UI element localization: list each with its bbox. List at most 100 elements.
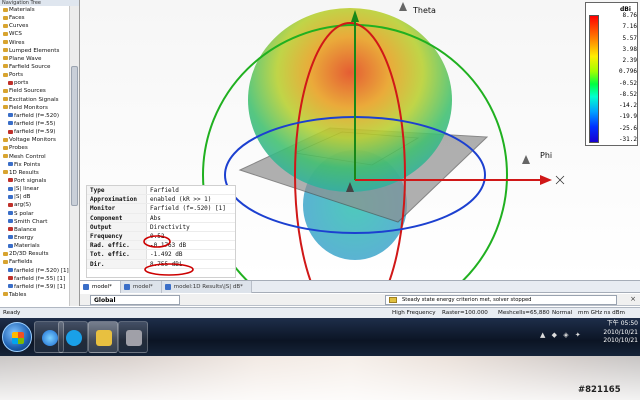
navigation-tree-list: Materials Faces Curves WCS Wires Lumped Eleme… [0, 6, 69, 299]
folder-icon [3, 259, 8, 264]
tree-item[interactable]: Excitation Signals [0, 96, 69, 104]
info-key: Tot. effic. [87, 250, 147, 259]
tree-item[interactable]: WCS [0, 30, 69, 38]
taskbar-app-cst[interactable] [88, 321, 118, 353]
status-raster: Raster=100.000 [442, 310, 488, 316]
legend-value: 5.57 [622, 34, 637, 42]
tree-item[interactable]: Ports [0, 71, 69, 79]
tree-item[interactable]: Probes [0, 144, 69, 152]
folder-icon [3, 97, 8, 102]
tree-item[interactable]: Energy [0, 234, 69, 242]
folder-icon [8, 211, 13, 216]
folder-icon [3, 105, 8, 110]
info-value: -0.1763 dB [150, 242, 187, 250]
tree-item[interactable]: S polar [0, 210, 69, 218]
tree-item[interactable]: Port signals [0, 177, 69, 185]
tab-model-2[interactable]: model* [120, 281, 162, 293]
folder-icon [8, 235, 13, 240]
info-key: Component [87, 213, 147, 222]
folder-icon [3, 64, 8, 69]
folder-icon [3, 137, 8, 142]
navigation-tree-scrollbar[interactable] [69, 6, 79, 306]
tree-item[interactable]: Plane Wave [0, 55, 69, 63]
photo-strip [0, 356, 640, 400]
global-parameter-tab[interactable]: Global [90, 295, 180, 305]
tree-item[interactable]: farfield (f=.55) [1] [0, 275, 69, 283]
folder-icon [8, 276, 13, 281]
tree-item[interactable]: farfield (f=.520) [1] [0, 267, 69, 275]
folder-icon [8, 186, 13, 191]
tree-item[interactable]: farfield (f=.55) [0, 120, 69, 128]
tree-item[interactable]: Field Sources [0, 87, 69, 95]
tree-item[interactable]: Lumped Elements [0, 47, 69, 55]
folder-icon [3, 15, 8, 20]
windows-logo-icon [12, 332, 24, 344]
tree-item[interactable]: |S| dB [0, 193, 69, 201]
taskbar-clock[interactable]: 下午 05:50 2010/10/21 2010/10/21 [584, 320, 638, 346]
tree-item[interactable]: farfield (f=.59) [0, 128, 69, 136]
legend-value: -31.2 [618, 136, 637, 143]
tree-item[interactable]: Fix Points [0, 161, 69, 169]
folder-icon [8, 162, 13, 167]
tab-1d-results[interactable]: model:1D Results\|S| dB* [161, 281, 252, 293]
info-key: Dir. [87, 259, 147, 268]
tree-item[interactable]: Farfield Source [0, 63, 69, 71]
tree-item[interactable]: Curves [0, 22, 69, 30]
tree-item[interactable]: ports [0, 79, 69, 87]
folder-icon [8, 219, 13, 224]
tree-item[interactable]: |S| linear [0, 185, 69, 193]
legend-color-bar [589, 15, 599, 143]
system-tray-icons[interactable]: ▲ ◆ ◈ ✦ [540, 331, 583, 339]
folder-icon [3, 170, 8, 175]
tree-item[interactable]: arg(S) [0, 201, 69, 209]
close-icon[interactable]: × [630, 295, 636, 304]
skype-icon [66, 330, 82, 346]
theta-label: Theta [412, 6, 436, 15]
start-button[interactable] [2, 322, 32, 352]
folder-icon [3, 40, 8, 45]
document-tabs: model* model* model:1D Results\|S| dB* [80, 280, 640, 293]
folder-icon [3, 88, 8, 93]
tree-item[interactable]: 1D Results [0, 169, 69, 177]
info-key: Frequency [87, 231, 147, 241]
tree-item[interactable]: Field Monitors [0, 104, 69, 112]
tree-item[interactable]: Materials [0, 6, 69, 14]
tree-item[interactable]: Wires [0, 39, 69, 47]
info-row: Approximation enabled (kR >> 1) [87, 195, 235, 205]
status-units: mm GHz ns dBm [578, 310, 626, 316]
tree-item[interactable]: farfield (f=.520) [0, 112, 69, 120]
folder-icon [3, 23, 8, 28]
tree-item[interactable]: Materials [0, 242, 69, 250]
folder-icon [3, 7, 8, 12]
tab-model-1[interactable]: model* [80, 281, 121, 293]
tree-item[interactable]: Smith Chart [0, 218, 69, 226]
navigation-tree: Navigation Tree Materials Faces Curves WCS W… [0, 0, 80, 306]
folder-icon [8, 80, 13, 85]
parameter-message-strip: Global Steady state energy criterion met… [80, 294, 640, 306]
folder-icon [3, 145, 8, 150]
status-normal: Normal [552, 310, 573, 316]
info-value: Directivity [150, 223, 190, 231]
scrollbar-thumb[interactable] [71, 66, 78, 206]
tree-item[interactable]: Balance [0, 226, 69, 234]
chart-icon [164, 284, 171, 290]
taskbar-app-skype[interactable] [58, 321, 88, 353]
status-bar: Ready High Frequency Raster=100.000 Mesh… [0, 307, 640, 318]
taskbar-app-tools[interactable] [118, 321, 148, 353]
info-row: Type Farfield [87, 186, 235, 196]
tree-item[interactable]: Faces [0, 14, 69, 22]
tree-item[interactable]: Farfields [0, 258, 69, 266]
info-row: Component Abs [87, 213, 235, 223]
folder-icon [8, 121, 13, 126]
info-rows: Type Farfield Approximation enabled (kR >> … [87, 186, 235, 269]
tree-item[interactable]: Voltage Monitors [0, 136, 69, 144]
tree-item[interactable]: Mesh Control [0, 153, 69, 161]
folder-icon [8, 284, 13, 289]
info-key: Type [87, 186, 147, 195]
tree-item[interactable]: 2D/3D Results [0, 250, 69, 258]
theta-marker [399, 2, 407, 11]
tree-item[interactable]: Tables [0, 291, 69, 299]
tree-item[interactable]: farfield (f=.59) [1] [0, 283, 69, 291]
image-watermark: #821165 [578, 385, 621, 395]
legend-value: -0.52 [618, 79, 637, 87]
